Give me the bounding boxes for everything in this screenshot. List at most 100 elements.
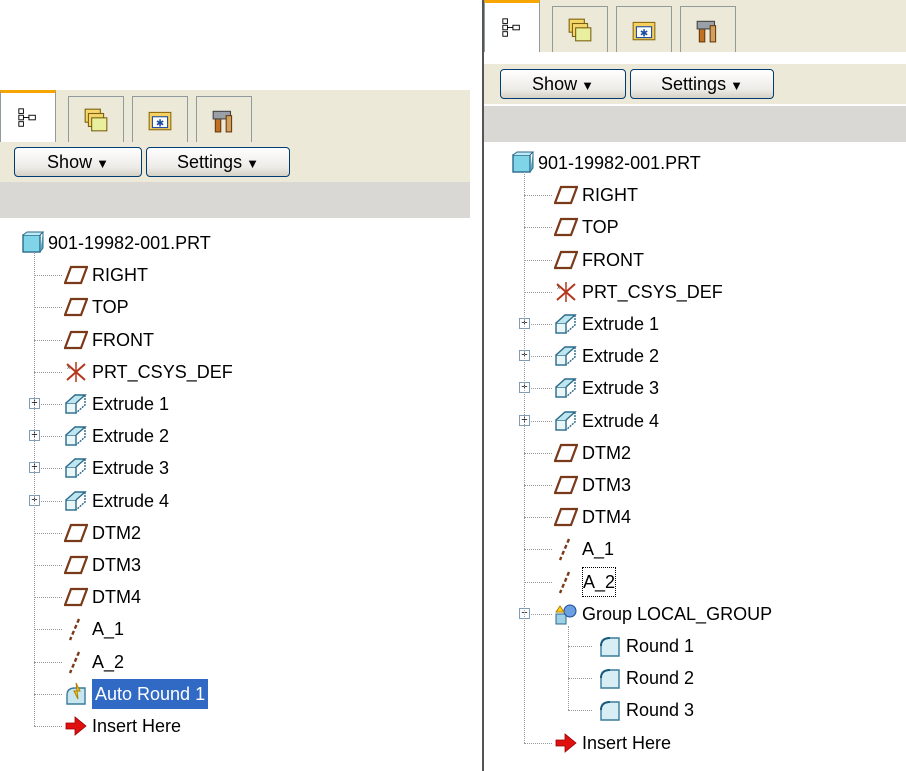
- tab-folder-browser[interactable]: ✱: [616, 6, 672, 52]
- extrude-icon: [64, 489, 88, 513]
- caret-down-icon: ▼: [581, 78, 594, 93]
- tree-connector: [34, 661, 62, 663]
- tree-connector: [34, 597, 62, 599]
- tree-item-label: DTM3: [92, 555, 141, 575]
- extrude-icon: [64, 424, 88, 448]
- caret-down-icon: ▼: [246, 156, 259, 171]
- datum-plane-icon: [63, 553, 89, 577]
- datum-plane-icon: [553, 505, 579, 529]
- tree-item-label: DTM4: [582, 507, 631, 528]
- tree-connector: [34, 532, 62, 534]
- tree-item-label: FRONT: [92, 329, 154, 350]
- tree-item-label: Extrude 2: [582, 346, 660, 367]
- datum-axis-icon: [554, 537, 578, 561]
- tree-item-label: Extrude 2: [92, 426, 170, 447]
- tree-connector: [568, 710, 592, 712]
- group-branch-line: [568, 625, 569, 711]
- tree-item-label: Extrude 4: [92, 490, 170, 511]
- tree-item-label: Insert Here: [582, 732, 672, 753]
- tab-tools[interactable]: [196, 96, 252, 142]
- tree-item-label: RIGHT: [582, 185, 638, 206]
- part-cube-icon: [20, 231, 45, 255]
- tab-model-tree[interactable]: [0, 90, 56, 142]
- tree-item-label: DTM2: [582, 442, 631, 463]
- extrude-icon: [554, 376, 578, 400]
- tree-root-label: 901-19982-001.PRT: [48, 233, 211, 253]
- insert-arrow-icon: [64, 714, 88, 738]
- tree-connector: [524, 195, 552, 197]
- caret-down-icon: ▼: [730, 78, 743, 93]
- datum-plane-icon: [63, 585, 89, 609]
- tree-item-label: Extrude 3: [92, 458, 170, 479]
- datum-plane-icon: [553, 473, 579, 497]
- tree-connector: [34, 629, 62, 631]
- settings-button-label: Settings: [177, 152, 243, 172]
- tree-item-label: Auto Round 1: [92, 678, 209, 709]
- datum-axis-icon: [554, 570, 578, 594]
- tab-layers[interactable]: [552, 6, 608, 52]
- tree-connector: [568, 646, 592, 647]
- show-button[interactable]: Show ▼: [14, 147, 142, 177]
- tree-item-label: DTM2: [92, 522, 141, 543]
- tree-root-label: 901-19982-001.PRT: [538, 153, 701, 173]
- tree-item-label: RIGHT: [92, 265, 148, 286]
- model-tree: 901-19982-001.PRT RIGHT TOP FRONT x PRT_CSYS_…: [484, 148, 906, 771]
- svg-text:x: x: [557, 285, 560, 291]
- tree-item-label: PRT_CSYS_DEF: [92, 361, 233, 382]
- datum-axis-icon: [64, 617, 88, 641]
- tree-item-label: DTM3: [582, 475, 631, 495]
- model-tree-toolbar: Show ▼ Settings ▼: [0, 142, 470, 182]
- settings-button[interactable]: Settings ▼: [630, 69, 774, 99]
- model-tree-toolbar: Show ▼ Settings ▼: [484, 64, 906, 104]
- tab-folder-browser[interactable]: ✱: [132, 96, 188, 142]
- extrude-icon: [64, 456, 88, 480]
- datum-plane-icon: [63, 295, 89, 319]
- tree-trunk-line: [524, 172, 525, 743]
- datum-plane-icon: [553, 248, 579, 272]
- tab-layers[interactable]: [68, 96, 124, 142]
- csys-icon: x: [554, 280, 578, 304]
- tree-item-label: A_2: [92, 651, 125, 672]
- part-cube-icon: [510, 151, 535, 175]
- tree-item-label: Extrude 3: [582, 378, 660, 399]
- tree-item-label: A_1: [582, 539, 615, 560]
- svg-text:✱: ✱: [156, 118, 164, 129]
- show-button-label: Show: [47, 152, 93, 172]
- tree-connector: [524, 291, 552, 293]
- tab-model-tree[interactable]: [484, 0, 540, 52]
- model-tree-panel-right: ✱ Show ▼ Settings ▼ 901-19982-001.PRT RIGHT…: [482, 0, 906, 771]
- tree-item-label: DTM4: [92, 587, 141, 608]
- tree-connector: [34, 371, 62, 373]
- tree-connector: [34, 693, 62, 695]
- svg-text:x: x: [67, 365, 70, 371]
- tab-tools[interactable]: [680, 6, 736, 52]
- round-icon: [598, 698, 622, 722]
- tree-connector: [524, 517, 552, 519]
- settings-button-label: Settings: [661, 74, 727, 94]
- tree-connector: [524, 742, 552, 744]
- model-tree: 901-19982-001.PRT RIGHT TOP FRONT x PRT_CSYS_…: [0, 228, 470, 771]
- tree-connector: [524, 485, 552, 486]
- tree-item-label: Extrude 1: [582, 314, 660, 334]
- tree-item-label: Round 1: [626, 636, 695, 656]
- datum-plane-icon: [63, 263, 89, 287]
- tree-connector: [524, 549, 552, 551]
- tree-connector: [34, 339, 62, 341]
- insert-arrow-icon: [554, 731, 578, 755]
- tree-connector: [524, 259, 552, 261]
- tree-connector: [34, 275, 62, 277]
- tree-item-label: TOP: [92, 297, 129, 318]
- show-button[interactable]: Show ▼: [500, 69, 626, 99]
- tree-item-label: A_2: [582, 566, 617, 597]
- header-strip: [484, 106, 906, 142]
- tree-connector: [568, 678, 592, 680]
- tree-item-label: A_1: [92, 619, 125, 640]
- settings-button[interactable]: Settings ▼: [146, 147, 290, 177]
- tree-connector: [524, 227, 552, 229]
- svg-text:✱: ✱: [640, 28, 648, 39]
- tree-item-label: FRONT: [582, 249, 644, 270]
- extrude-icon: [64, 392, 88, 416]
- tree-item-label: PRT_CSYS_DEF: [582, 281, 723, 302]
- extrude-icon: [554, 409, 578, 433]
- extrude-icon: [554, 344, 578, 368]
